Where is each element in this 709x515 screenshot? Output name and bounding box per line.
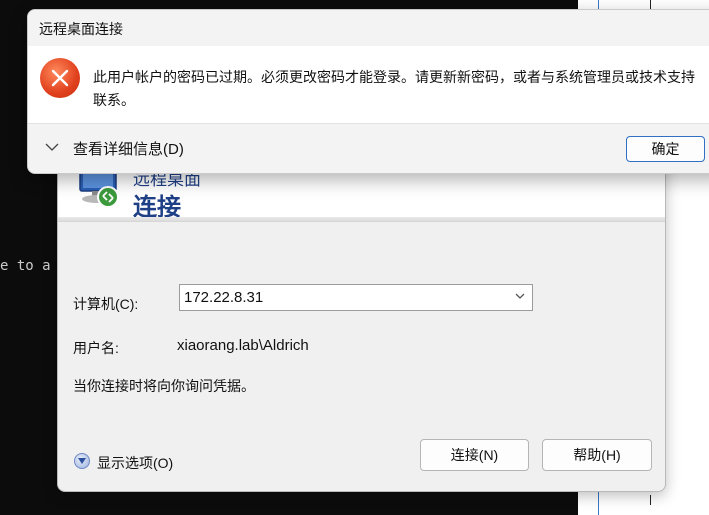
expand-options-icon[interactable] <box>74 453 90 469</box>
dialog-titlebar: 远程桌面连接 <box>28 10 709 46</box>
dialog-title: 远程桌面连接 <box>39 21 123 37</box>
chevron-down-icon[interactable] <box>45 143 59 152</box>
error-icon <box>40 58 80 98</box>
background-tick <box>650 495 651 505</box>
dialog-footer: 查看详细信息(D) 确定 <box>28 123 709 173</box>
rdp-title: 连接 <box>133 194 181 221</box>
computer-combobox[interactable]: 172.22.8.31 <box>179 284 533 311</box>
username-value: xiaorang.lab\Aldrich <box>177 337 309 354</box>
error-message-dialog: 远程桌面连接 此用户帐户的密码已过期。必须更改密码才能登录。请更新新密码，或者与… <box>27 9 709 174</box>
help-button[interactable]: 帮助(H) <box>542 439 652 471</box>
show-options-label[interactable]: 显示选项(O) <box>97 453 173 473</box>
error-message-text: 此用户帐户的密码已过期。必须更改密码才能登录。请更新新密码，或者与系统管理员或技… <box>93 69 695 108</box>
ok-button[interactable]: 确定 <box>626 136 705 162</box>
dialog-body: 此用户帐户的密码已过期。必须更改密码才能登录。请更新新密码，或者与系统管理员或技… <box>28 46 709 123</box>
credentials-info-text: 当你连接时将向你询问凭据。 <box>73 378 255 394</box>
computer-value: 172.22.8.31 <box>184 289 264 306</box>
computer-label: 计算机(C): <box>73 296 139 312</box>
username-label: 用户名: <box>73 340 119 356</box>
rdp-connection-window: 远程桌面 连接 计算机(C): 172.22.8.31 用户名: xiaoran… <box>57 150 666 492</box>
show-details-label[interactable]: 查看详细信息(D) <box>73 138 184 159</box>
chevron-down-icon[interactable] <box>514 290 526 302</box>
terminal-text: e to a <box>0 258 51 274</box>
connect-button[interactable]: 连接(N) <box>420 439 529 471</box>
